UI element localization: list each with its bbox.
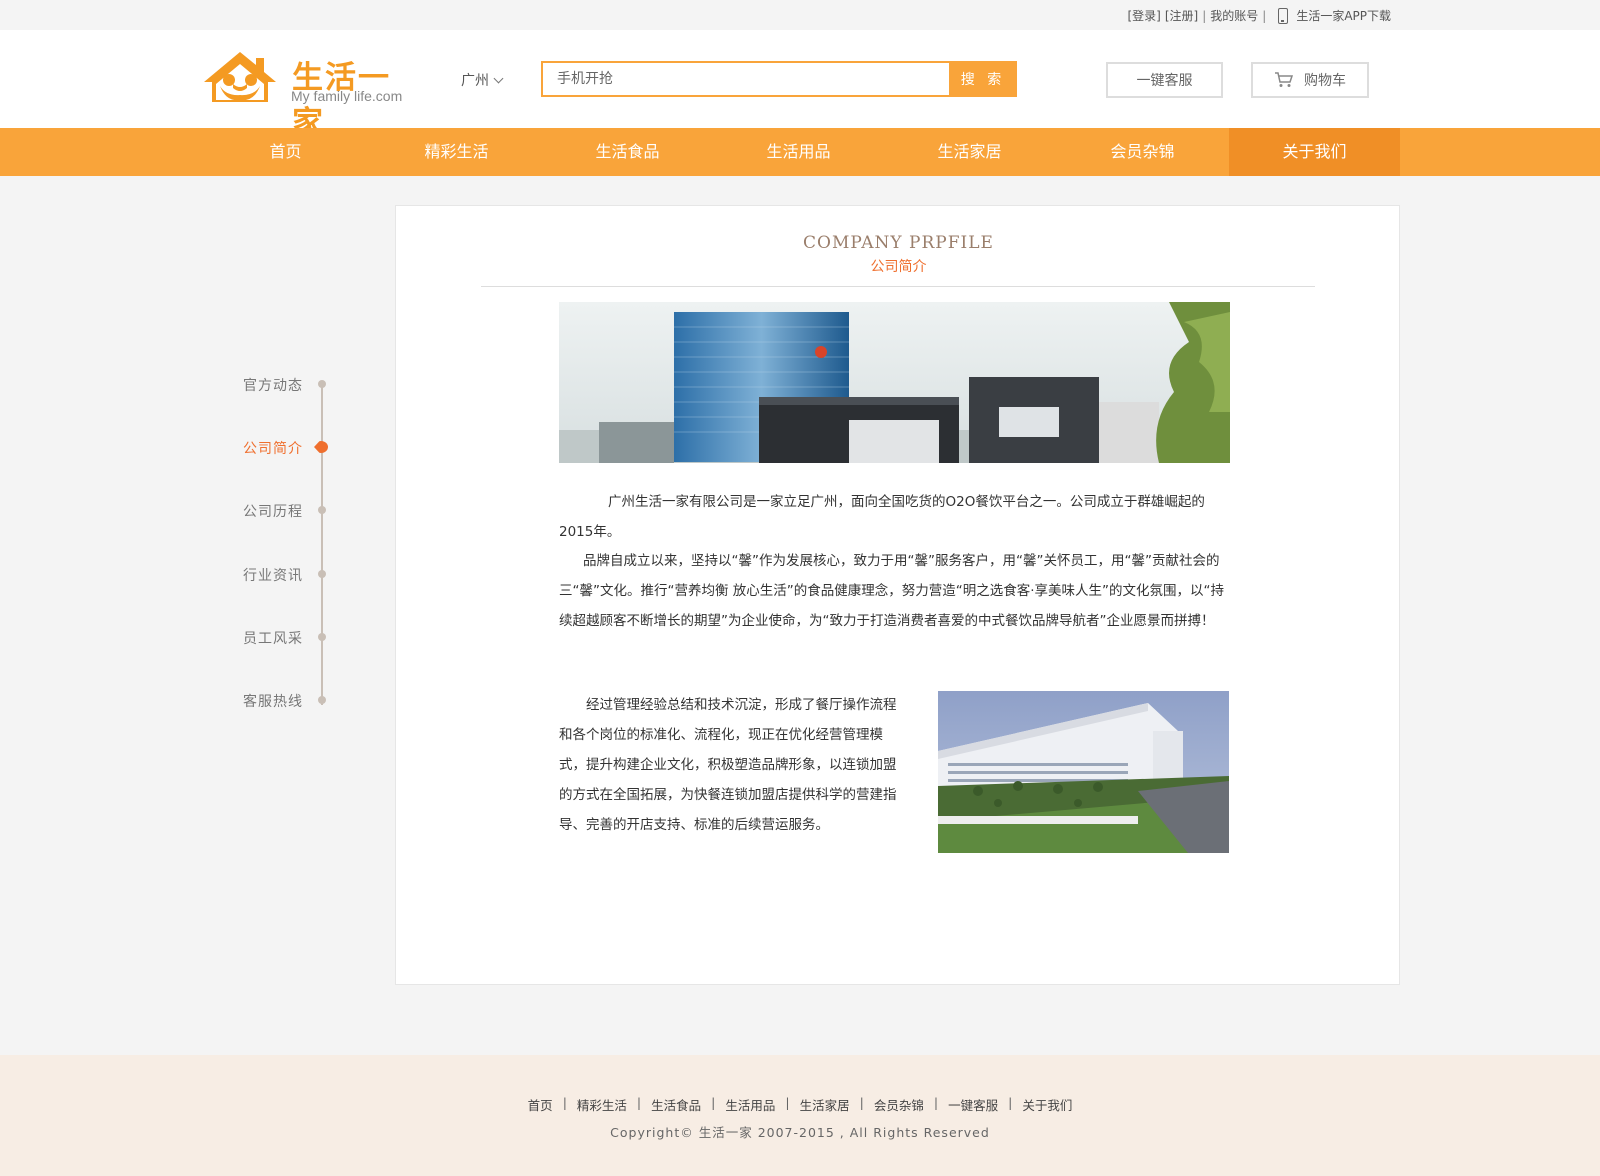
intro-paragraph-1: 广州生活一家有限公司是一家立足广州，面向全国吃货的O2O餐饮平台之一。公司成立于… xyxy=(559,494,1205,540)
customer-service-label: 一键客服 xyxy=(1136,73,1193,89)
timeline-marker-icon xyxy=(314,441,328,453)
main-nav: 首页 精彩生活 生活食品 生活用品 生活家居 会员杂锦 关于我们 xyxy=(0,128,1600,176)
footer-separator: | xyxy=(859,1095,864,1110)
section-title-zh: 公司简介 xyxy=(870,259,927,275)
footer-separator: | xyxy=(785,1095,790,1110)
divider xyxy=(481,286,1315,287)
timeline-dot-icon xyxy=(318,696,326,704)
timeline-dot-icon xyxy=(318,380,326,388)
company-building-banner xyxy=(559,302,1230,463)
footer-link-about-us[interactable]: 关于我们 xyxy=(1022,1095,1072,1114)
timeline-line xyxy=(321,385,323,705)
footer-link-home-living[interactable]: 生活家居 xyxy=(800,1095,850,1114)
my-account-link[interactable]: 我的账号 xyxy=(1210,7,1258,24)
footer-separator: | xyxy=(711,1095,716,1110)
search-box: 搜 索 xyxy=(541,61,1017,97)
side-item-label: 员工风采 xyxy=(243,631,303,647)
nav-item-food[interactable]: 生活食品 xyxy=(542,128,713,176)
app-download-link[interactable]: 生活一家APP下载 xyxy=(1296,7,1391,24)
footer-link-home[interactable]: 首页 xyxy=(528,1095,553,1114)
side-item-label: 公司历程 xyxy=(243,504,303,520)
city-label: 广州 xyxy=(461,73,489,89)
footer-separator: | xyxy=(562,1095,567,1110)
cart-label: 购物车 xyxy=(1304,73,1346,89)
footer-links: 首页 | 精彩生活 | 生活食品 | 生活用品 | 生活家居 | 会员杂锦 | … xyxy=(0,1095,1600,1114)
header: 生活一家 My family life.com 广州 搜 索 一键客服 购物车 xyxy=(0,30,1600,141)
top-separator: | xyxy=(1202,8,1207,23)
top-bar: [登录] [注册] | 我的账号 | 生活一家APP下载 xyxy=(0,0,1600,30)
side-item-news[interactable]: 官方动态 xyxy=(230,375,340,395)
intro-paragraph-2: 品牌自成立以来，坚持以“馨”作为发展核心，致力于用“馨”服务客户，用“馨”关怀员… xyxy=(559,553,1225,629)
nav-item-member[interactable]: 会员杂锦 xyxy=(1057,128,1228,176)
nav-item-home[interactable]: 首页 xyxy=(200,128,371,176)
timeline-dot-icon xyxy=(318,506,326,514)
footer-link-food[interactable]: 生活食品 xyxy=(651,1095,701,1114)
footer-link-daily-goods[interactable]: 生活用品 xyxy=(725,1095,775,1114)
headquarters-photo xyxy=(938,691,1229,853)
timeline-dot-icon xyxy=(318,570,326,578)
footer-link-wonderful-life[interactable]: 精彩生活 xyxy=(577,1095,627,1114)
top-links: [登录] [注册] | 我的账号 | 生活一家APP下载 xyxy=(1127,7,1391,24)
login-link[interactable]: [登录] xyxy=(1127,7,1160,24)
footer-separator: | xyxy=(636,1095,642,1110)
cart-icon xyxy=(1275,72,1294,87)
nav-item-daily-goods[interactable]: 生活用品 xyxy=(713,128,884,176)
side-item-label: 公司简介 xyxy=(243,441,303,457)
side-item-industry[interactable]: 行业资讯 xyxy=(230,565,340,585)
logo-subtitle: My family life.com xyxy=(291,88,403,104)
nav-item-about-us[interactable]: 关于我们 xyxy=(1229,128,1400,176)
intro-paragraph-3: 经过管理经验总结和技术沉淀，形成了餐厅操作流程和各个岗位的标准化、流程化，现正在… xyxy=(559,697,897,833)
side-item-history[interactable]: 公司历程 xyxy=(230,501,340,521)
footer-separator: | xyxy=(1008,1095,1013,1110)
footer: 首页 | 精彩生活 | 生活食品 | 生活用品 | 生活家居 | 会员杂锦 | … xyxy=(0,1055,1600,1176)
nav-item-home-living[interactable]: 生活家居 xyxy=(884,128,1055,176)
content-panel: COMPANY PRPFILE 公司简介 广州生活一家有限公司是一家立足广州，面… xyxy=(395,205,1400,985)
logo[interactable]: 生活一家 My family life.com xyxy=(202,50,422,141)
side-item-label: 客服热线 xyxy=(243,694,303,710)
customer-service-button[interactable]: 一键客服 xyxy=(1106,62,1223,98)
side-item-hotline[interactable]: 客服热线 xyxy=(230,691,340,711)
search-input[interactable] xyxy=(543,63,943,95)
nav-item-wonderful-life[interactable]: 精彩生活 xyxy=(371,128,542,176)
side-item-staff[interactable]: 员工风采 xyxy=(230,628,340,648)
section-title-en: COMPANY PRPFILE xyxy=(803,233,994,253)
register-link[interactable]: [注册] xyxy=(1165,7,1198,24)
footer-link-member[interactable]: 会员杂锦 xyxy=(874,1095,924,1114)
timeline-dot-icon xyxy=(318,633,326,641)
phone-icon xyxy=(1278,7,1289,24)
top-separator: | xyxy=(1262,8,1267,23)
city-selector[interactable]: 广州 xyxy=(461,70,504,90)
house-logo-icon xyxy=(204,52,276,102)
cart-button[interactable]: 购物车 xyxy=(1251,62,1369,98)
side-menu: 官方动态 公司简介 公司历程 行业资讯 员工风采 客服热线 xyxy=(230,370,340,710)
chevron-down-icon xyxy=(493,73,504,84)
side-item-profile[interactable]: 公司简介 xyxy=(230,438,340,458)
side-item-label: 行业资讯 xyxy=(243,568,303,584)
side-item-label: 官方动态 xyxy=(243,378,303,394)
search-button[interactable]: 搜 索 xyxy=(949,61,1017,97)
footer-separator: | xyxy=(933,1095,939,1110)
copyright: Copyright© 生活一家 2007-2015 , All Rights R… xyxy=(610,1125,990,1140)
footer-link-service[interactable]: 一键客服 xyxy=(948,1095,998,1114)
